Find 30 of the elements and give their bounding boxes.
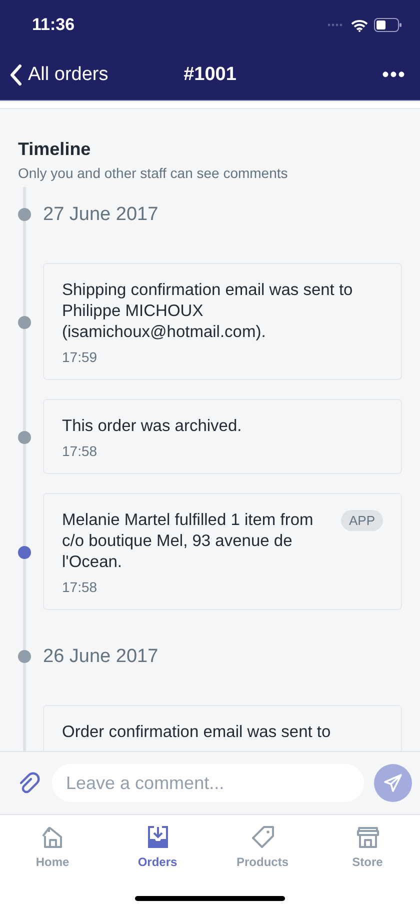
date-heading: 26 June 2017 [43,646,158,668]
store-icon [356,825,380,849]
timeline-title: Timeline [18,139,92,160]
home-icon [40,825,64,849]
event-text: Order confirmation email was sent to [62,722,331,743]
signal-icon [327,23,345,27]
tab-bar-item[interactable]: Products [210,815,315,877]
inbox-icon [146,825,170,849]
event-text: This order was archived. [62,416,242,437]
tab-bar-item[interactable]: Home [0,815,105,877]
app-badge: APP [340,510,383,531]
event-text: Melanie Martel fulfilled 1 item from c/o boutique Mel, 93 avenue de l'Ocean. [62,510,314,573]
more-button[interactable]: ••• [382,64,406,86]
status-time: 11:36 [32,15,75,35]
tag-icon [250,825,274,849]
wifi-icon [351,18,368,32]
timeline-subtitle: Only you and other staff can see comments [18,165,289,181]
event-time: 17:58 [62,579,98,595]
date-heading: 27 June 2017 [43,204,158,226]
back-icon [10,64,22,86]
comment-field[interactable]: Leave a comment... [52,764,364,802]
event-time: 17:58 [62,443,98,459]
battery-icon [374,18,402,32]
event-text: Shipping confirmation email was sent to Philippe MICHOUX (isamichoux@hotmail.com). [62,280,354,343]
back-button[interactable]: All orders [10,64,108,86]
event-time: 17:59 [62,349,98,365]
tab-bar-item[interactable]: Store [315,815,420,877]
send-icon [383,773,403,793]
tab-bar-item[interactable]: Orders [105,815,210,877]
order-title: #1001 [184,64,236,86]
